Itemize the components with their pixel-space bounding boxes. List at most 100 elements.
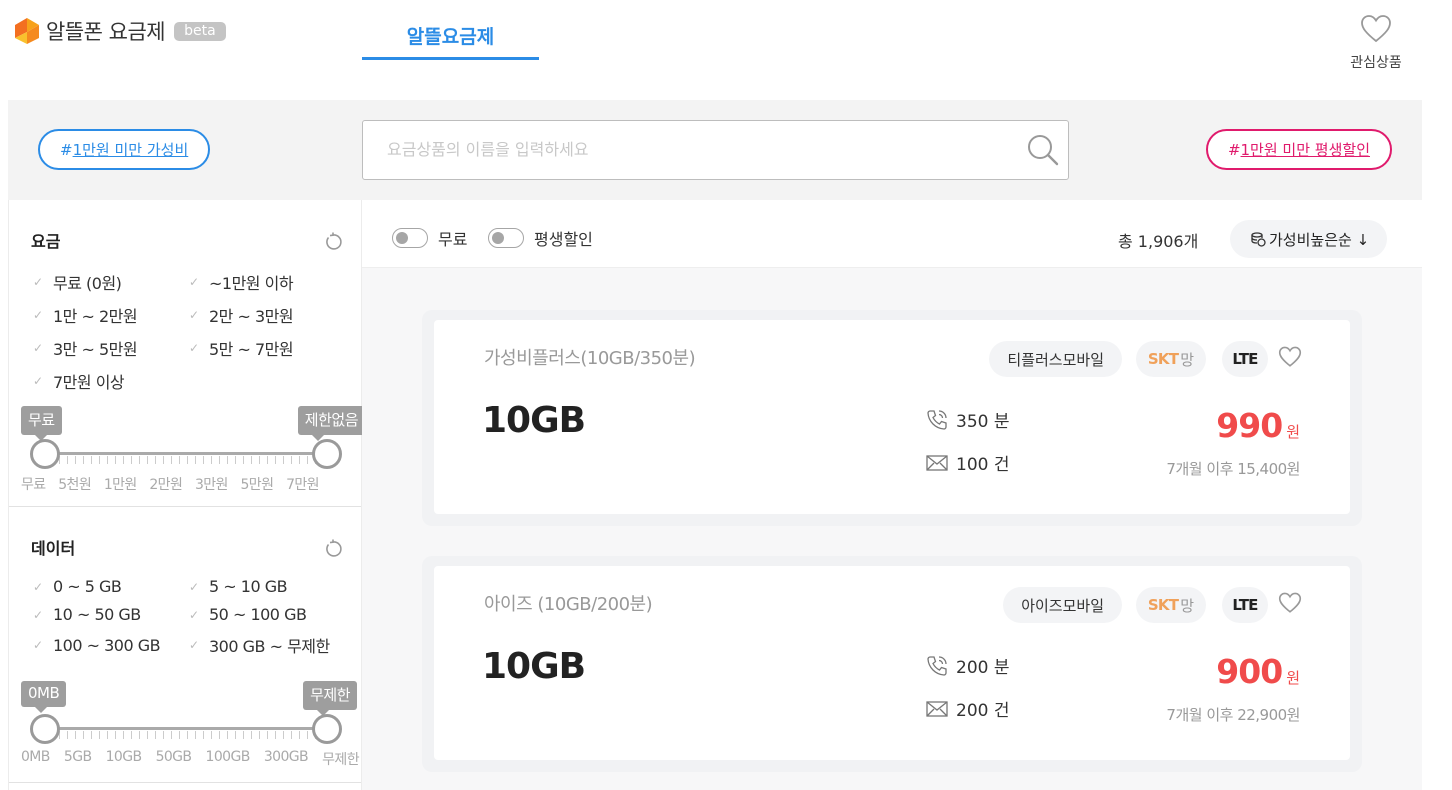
carrier-badge: 티플러스모바일 (989, 341, 1122, 377)
data-range-slider: 0MB 무제한 0MB 5GB 10GB 50GB 100GB 300GB 무제… (19, 681, 360, 768)
check-icon: ✓ (33, 374, 43, 388)
price-option[interactable]: ✓ 2만 ~ 3만원 (189, 303, 349, 327)
tick-label: 1만원 (103, 477, 137, 493)
price: 990 원 (1216, 406, 1300, 445)
check-icon: ✓ (189, 579, 199, 594)
heart-icon (1361, 15, 1391, 43)
sms-value: 100 건 (956, 455, 1010, 475)
price-unit: 원 (1286, 423, 1300, 441)
network-suffix: 망 (1180, 350, 1194, 369)
toggle-switch[interactable] (392, 228, 428, 248)
check-icon: ✓ (33, 607, 43, 622)
price-filter-section: 요금 ✓ 무료 (0원) ✓ ~1만원 이하 ✓ 1만 ~ 2만원 ✓ 2만 ~ 3만원… (9, 200, 365, 507)
search-input[interactable] (363, 121, 983, 177)
slider-track[interactable] (43, 452, 325, 455)
slider-track[interactable] (43, 727, 325, 730)
carrier-badge: 아이즈모바일 (1003, 587, 1122, 623)
sms-spec: 200 건 (926, 696, 1010, 721)
logo[interactable]: 알뜰폰 요금제 beta (14, 16, 226, 46)
price-option[interactable]: ✓ 1만 ~ 2만원 (33, 303, 189, 327)
price-option[interactable]: ✓ 3만 ~ 5만원 (33, 336, 189, 360)
list-toolbar: 무료 평생할인 총 1,906개 가성비높은순 ↓ (362, 200, 1422, 268)
coins-icon (1251, 232, 1266, 247)
price-after-promo: 7개월 이후 15,400원 (1166, 460, 1300, 478)
price-filter-title: 요금 (31, 232, 61, 251)
sort-label: 가성비높은순 ↓ (1269, 230, 1370, 249)
hashtag-chip-lifetime[interactable]: # 1만원 미만 평생할인 (1205, 129, 1392, 170)
check-icon: ✓ (189, 341, 199, 355)
sort-button[interactable]: 가성비높은순 ↓ (1230, 220, 1388, 258)
price-after-promo: 7개월 이후 22,900원 (1166, 706, 1300, 724)
price-option[interactable]: ✓ ~1만원 이하 (189, 270, 349, 294)
beta-badge: beta (174, 21, 226, 41)
toggle-free[interactable]: 무료 (392, 226, 467, 250)
hashtag-symbol: # (1227, 140, 1241, 159)
mail-icon (926, 454, 948, 471)
check-icon: ✓ (33, 638, 43, 652)
check-icon: ✓ (189, 607, 199, 622)
filter-sidebar: 요금 ✓ 무료 (0원) ✓ ~1만원 이하 ✓ 1만 ~ 2만원 ✓ 2만 ~ 3만원… (8, 200, 365, 790)
price-option[interactable]: ✓ 7만원 이상 (33, 369, 189, 393)
slider-min-handle[interactable] (30, 714, 60, 744)
data-option[interactable]: ✓ 50 ~ 100 GB (189, 605, 349, 624)
mail-icon (926, 700, 948, 717)
data-option[interactable]: ✓ 10 ~ 50 GB (33, 605, 189, 624)
check-icon: ✓ (33, 341, 43, 355)
check-icon: ✓ (33, 579, 43, 594)
voice-spec: 350 분 (926, 407, 1010, 432)
plan-card[interactable]: 가성비플러스(10GB/350분) 티플러스모바일 SKT 망 LTE 10GB… (422, 310, 1362, 526)
network-name: SKT (1147, 350, 1179, 368)
price-value: 900 (1216, 652, 1283, 691)
data-option[interactable]: ✓ 100 ~ 300 GB (33, 633, 189, 657)
tab-mvno-plans[interactable]: 알뜰요금제 (362, 20, 539, 60)
slider-min-label: 0MB (21, 681, 67, 713)
price-range-slider: 무료 제한없음 무료 5천원 1만원 2만원 3만원 5만원 7만원 (19, 406, 365, 493)
check-icon: ✓ (33, 275, 43, 289)
tick-label: 무료 (21, 477, 46, 493)
toggle-switch[interactable] (488, 228, 524, 248)
slider-max-handle[interactable] (312, 439, 342, 469)
network-badge: SKT 망 (1135, 587, 1206, 623)
tick-label: 5만원 (240, 477, 274, 493)
logo-icon (15, 18, 39, 44)
slider-tick-labels: 무료 5천원 1만원 2만원 3만원 5만원 7만원 (21, 474, 320, 494)
price-option[interactable]: ✓ 5만 ~ 7만원 (189, 336, 349, 360)
search-icon[interactable] (1026, 133, 1060, 167)
toggle-lifetime-discount[interactable]: 평생할인 (488, 226, 593, 250)
voice-value: 200 분 (956, 658, 1010, 678)
data-filter-section: 데이터 ✓ 0 ~ 5 GB ✓ 5 ~ 10 GB ✓ 10 ~ 50 GB ✓ 50… (9, 507, 361, 783)
heart-icon[interactable] (1278, 346, 1302, 368)
tick-label: 100GB (205, 749, 251, 765)
tick-label: 300GB (263, 749, 309, 765)
reset-icon[interactable] (323, 232, 343, 252)
hashtag-chip-label: 1만원 미만 평생할인 (1240, 141, 1370, 159)
data-options: ✓ 0 ~ 5 GB ✓ 5 ~ 10 GB ✓ 10 ~ 50 GB ✓ 50 ~ 1… (33, 577, 353, 657)
data-option[interactable]: ✓ 300 GB ~ 무제한 (189, 633, 349, 657)
plan-card[interactable]: 아이즈 (10GB/200분) 아이즈모바일 SKT 망 LTE 10GB 20… (422, 556, 1362, 772)
favorites-button[interactable]: 관심상품 (1340, 14, 1412, 72)
price-value: 990 (1216, 406, 1283, 445)
toggle-label: 무료 (438, 230, 468, 249)
slider-min-handle[interactable] (30, 439, 60, 469)
reset-icon[interactable] (323, 539, 343, 559)
data-option[interactable]: ✓ 5 ~ 10 GB (189, 577, 349, 596)
tick-label: 3만원 (194, 477, 228, 493)
price-unit: 원 (1286, 669, 1300, 687)
slider-ticks (43, 456, 325, 464)
price-option[interactable]: ✓ 무료 (0원) (33, 270, 189, 294)
phone-icon (927, 409, 947, 430)
phone-icon (927, 655, 947, 676)
data-amount: 10GB (482, 400, 586, 441)
data-option[interactable]: ✓ 0 ~ 5 GB (33, 577, 189, 596)
slider-min-label: 무료 (21, 406, 62, 441)
tick-label: 0MB (21, 749, 50, 765)
slider-max-handle[interactable] (312, 714, 342, 744)
hashtag-chip-budget[interactable]: # 1만원 미만 가성비 (38, 129, 211, 170)
heart-icon[interactable] (1278, 592, 1302, 614)
voice-spec: 200 분 (926, 653, 1010, 678)
toggle-label: 평생할인 (534, 230, 593, 249)
plan-list-area: 무료 평생할인 총 1,906개 가성비높은순 ↓ 가성비플러스(10GB/35… (362, 200, 1422, 790)
tick-label: 10GB (105, 749, 142, 765)
price: 900 원 (1216, 652, 1300, 691)
check-icon: ✓ (189, 308, 199, 322)
